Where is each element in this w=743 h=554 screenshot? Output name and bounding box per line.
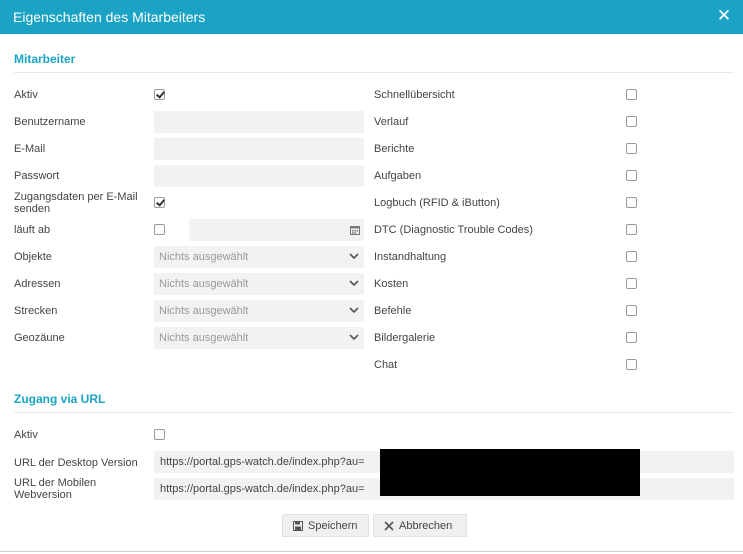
- permission-label: Berichte: [374, 143, 415, 155]
- redaction-block: [380, 449, 640, 496]
- mobile-url-label-line1: URL der Mobilen: [14, 477, 97, 489]
- chevron-down-icon: [349, 307, 359, 314]
- dialog-bottom-border: [0, 551, 743, 552]
- permission-checkbox-reports[interactable]: [626, 143, 637, 154]
- permission-label: Bildergalerie: [374, 332, 436, 344]
- routes-select-value: Nichts ausgewählt: [159, 305, 249, 317]
- username-label: Benutzername: [14, 116, 86, 128]
- chevron-down-icon: [349, 253, 359, 260]
- permission-checkbox-history[interactable]: [626, 116, 637, 127]
- send-credentials-checkbox[interactable]: [154, 197, 165, 208]
- objects-select-value: Nichts ausgewählt: [159, 251, 249, 263]
- expires-date-input[interactable]: [189, 219, 364, 241]
- section-title-url-access: Zugang via URL: [14, 392, 106, 406]
- section-divider: [14, 412, 734, 413]
- permission-label: Kosten: [374, 278, 409, 290]
- password-label: Passwort: [14, 170, 60, 182]
- close-icon[interactable]: ✕: [714, 6, 734, 26]
- active-checkbox[interactable]: [154, 89, 165, 100]
- dialog-title: Eigenschaften des Mitarbeiters: [13, 9, 206, 25]
- url-active-label: Aktiv: [14, 429, 38, 441]
- permission-label: Befehle: [374, 305, 412, 317]
- email-input[interactable]: [154, 138, 364, 160]
- routes-select[interactable]: Nichts ausgewählt: [154, 300, 364, 322]
- cancel-button-label: Abbrechen: [399, 519, 453, 532]
- floppy-disk-icon: [293, 520, 303, 531]
- permission-label: Aufgaben: [374, 170, 422, 182]
- active-label: Aktiv: [14, 89, 38, 101]
- routes-label: Strecken: [14, 305, 58, 317]
- cancel-button[interactable]: Abbrechen: [373, 514, 467, 537]
- permission-checkbox-chat[interactable]: [626, 359, 637, 370]
- permission-label: Logbuch (RFID & iButton): [374, 197, 500, 209]
- permission-label: Schnellübersicht: [374, 89, 455, 101]
- chevron-down-icon: [349, 334, 359, 341]
- permission-checkbox-maintenance[interactable]: [626, 251, 637, 262]
- permission-checkbox-quick-overview[interactable]: [626, 89, 637, 100]
- expires-checkbox[interactable]: [154, 224, 165, 235]
- permission-checkbox-logbook[interactable]: [626, 197, 637, 208]
- objects-label: Objekte: [14, 251, 52, 263]
- email-label: E-Mail: [14, 143, 46, 155]
- objects-select[interactable]: Nichts ausgewählt: [154, 246, 364, 268]
- addresses-label: Adressen: [14, 278, 61, 290]
- save-button-label: Speichern: [308, 519, 358, 532]
- permission-label: Chat: [374, 359, 398, 371]
- send-credentials-label-line1: Zugangsdaten per E-Mail: [14, 191, 138, 203]
- chevron-down-icon: [349, 280, 359, 287]
- permission-label: Instandhaltung: [374, 251, 447, 263]
- permission-checkbox-dtc[interactable]: [626, 224, 637, 235]
- geofences-select[interactable]: Nichts ausgewählt: [154, 327, 364, 349]
- addresses-select-value: Nichts ausgewählt: [159, 278, 249, 290]
- password-input[interactable]: [154, 165, 364, 187]
- geofences-label: Geozäune: [14, 332, 65, 344]
- calendar-icon[interactable]: [350, 225, 360, 235]
- close-icon: [384, 520, 394, 531]
- section-title-employee: Mitarbeiter: [14, 52, 76, 66]
- permission-label: DTC (Diagnostic Trouble Codes): [374, 224, 533, 236]
- permission-checkbox-tasks[interactable]: [626, 170, 637, 181]
- permission-checkbox-costs[interactable]: [626, 278, 637, 289]
- permission-label: Verlauf: [374, 116, 409, 128]
- url-active-checkbox[interactable]: [154, 429, 165, 440]
- dialog-titlebar: Eigenschaften des Mitarbeiters ✕: [0, 0, 743, 34]
- section-divider: [14, 72, 734, 73]
- username-input[interactable]: [154, 111, 364, 133]
- addresses-select[interactable]: Nichts ausgewählt: [154, 273, 364, 295]
- save-button[interactable]: Speichern: [282, 514, 369, 537]
- mobile-url-label-line2: Webversion: [14, 489, 72, 501]
- desktop-url-value: https://portal.gps-watch.de/index.php?au…: [160, 456, 365, 468]
- geofences-select-value: Nichts ausgewählt: [159, 332, 249, 344]
- desktop-url-label: URL der Desktop Version: [14, 457, 138, 469]
- permission-checkbox-image-gallery[interactable]: [626, 332, 637, 343]
- send-credentials-label-line2: senden: [14, 203, 51, 215]
- expires-label: läuft ab: [14, 224, 51, 236]
- mobile-url-value: https://portal.gps-watch.de/index.php?au…: [160, 483, 365, 495]
- permission-checkbox-commands[interactable]: [626, 305, 637, 316]
